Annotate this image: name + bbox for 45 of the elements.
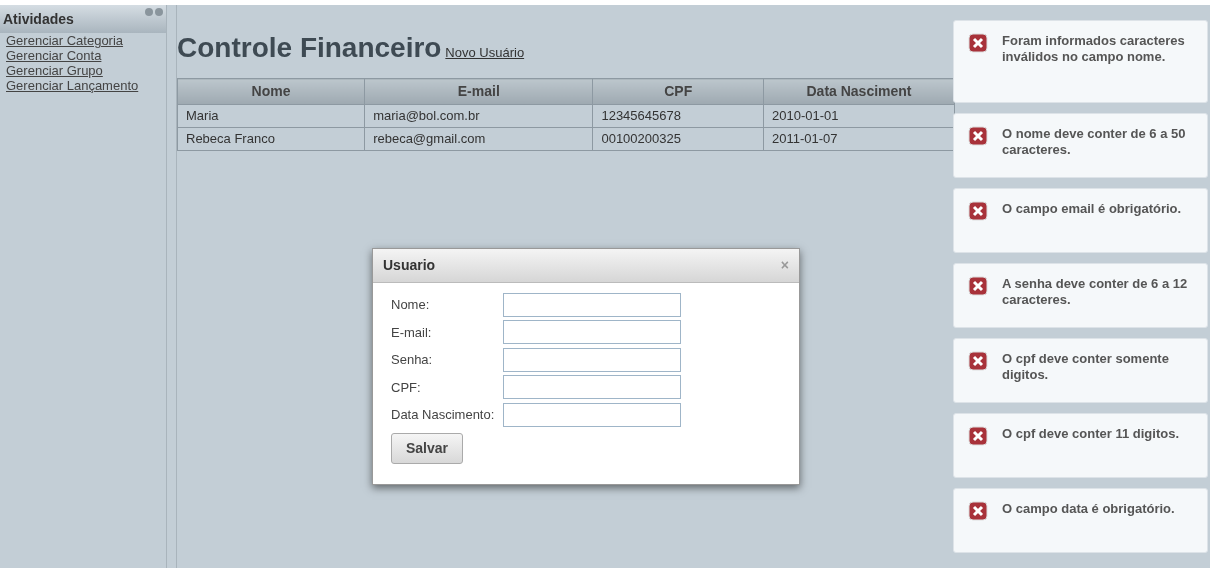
sidebar-link[interactable]: Gerenciar Lançamento — [0, 78, 166, 93]
column-header: Data Nasciment — [763, 78, 955, 105]
column-header: Nome — [177, 78, 365, 105]
input-field[interactable] — [503, 375, 681, 400]
table-cell: rebeca@gmail.com — [364, 127, 593, 151]
error-message: Foram informados caracteres inválidos no campo nome. — [1002, 33, 1186, 66]
table-cell: 00100200325 — [592, 127, 764, 151]
sidebar-link[interactable]: Gerenciar Grupo — [0, 63, 166, 78]
error-message: O campo data é obrigatório. — [1002, 501, 1175, 518]
sidebar-link[interactable]: Gerenciar Categoria — [0, 33, 166, 48]
new-user-link[interactable]: Novo Usuário — [445, 43, 525, 63]
close-icon[interactable] — [155, 8, 163, 16]
table-cell: Rebeca Franco — [177, 127, 365, 151]
error-icon — [968, 33, 988, 53]
field-label: CPF: — [391, 378, 422, 397]
error-icon — [968, 126, 988, 146]
field-label: Data Nascimento: — [391, 406, 496, 424]
error-message: O cpf deve conter somente digitos. — [1002, 351, 1170, 384]
error-message: O cpf deve conter 11 digitos. — [1002, 426, 1179, 443]
error-icon — [968, 426, 988, 446]
save-button[interactable]: Salvar — [391, 432, 464, 464]
field-label: E-mail: — [391, 323, 433, 342]
error-message: A senha deve conter de 6 a 12 caracteres. — [1002, 276, 1189, 309]
dialog-title: Usuario — [383, 256, 436, 275]
minimize-icon[interactable] — [145, 8, 153, 16]
field-label: Senha: — [391, 351, 434, 369]
error-message: O campo email é obrigatório. — [1002, 201, 1182, 218]
error-icon — [968, 201, 988, 221]
error-icon — [968, 501, 988, 521]
page-title: Controle Financeiro — [177, 31, 442, 65]
error-message: O nome deve conter de 6 a 50 caracteres. — [1002, 126, 1187, 159]
error-icon — [968, 276, 988, 296]
input-field[interactable] — [503, 292, 681, 317]
input-field[interactable] — [503, 320, 681, 345]
input-field[interactable] — [503, 402, 681, 427]
table-cell: Maria — [177, 104, 365, 128]
table-cell: maria@bol.com.br — [364, 104, 593, 128]
sidebar-title: Atividades — [3, 9, 74, 29]
field-label: Nome: — [391, 296, 431, 314]
column-header: CPF — [592, 78, 764, 105]
error-icon — [968, 351, 988, 371]
table-cell: 12345645678 — [592, 104, 764, 128]
input-field[interactable] — [503, 347, 681, 372]
sidebar-link[interactable]: Gerenciar Conta — [0, 48, 166, 63]
column-header: E-mail — [364, 78, 593, 105]
